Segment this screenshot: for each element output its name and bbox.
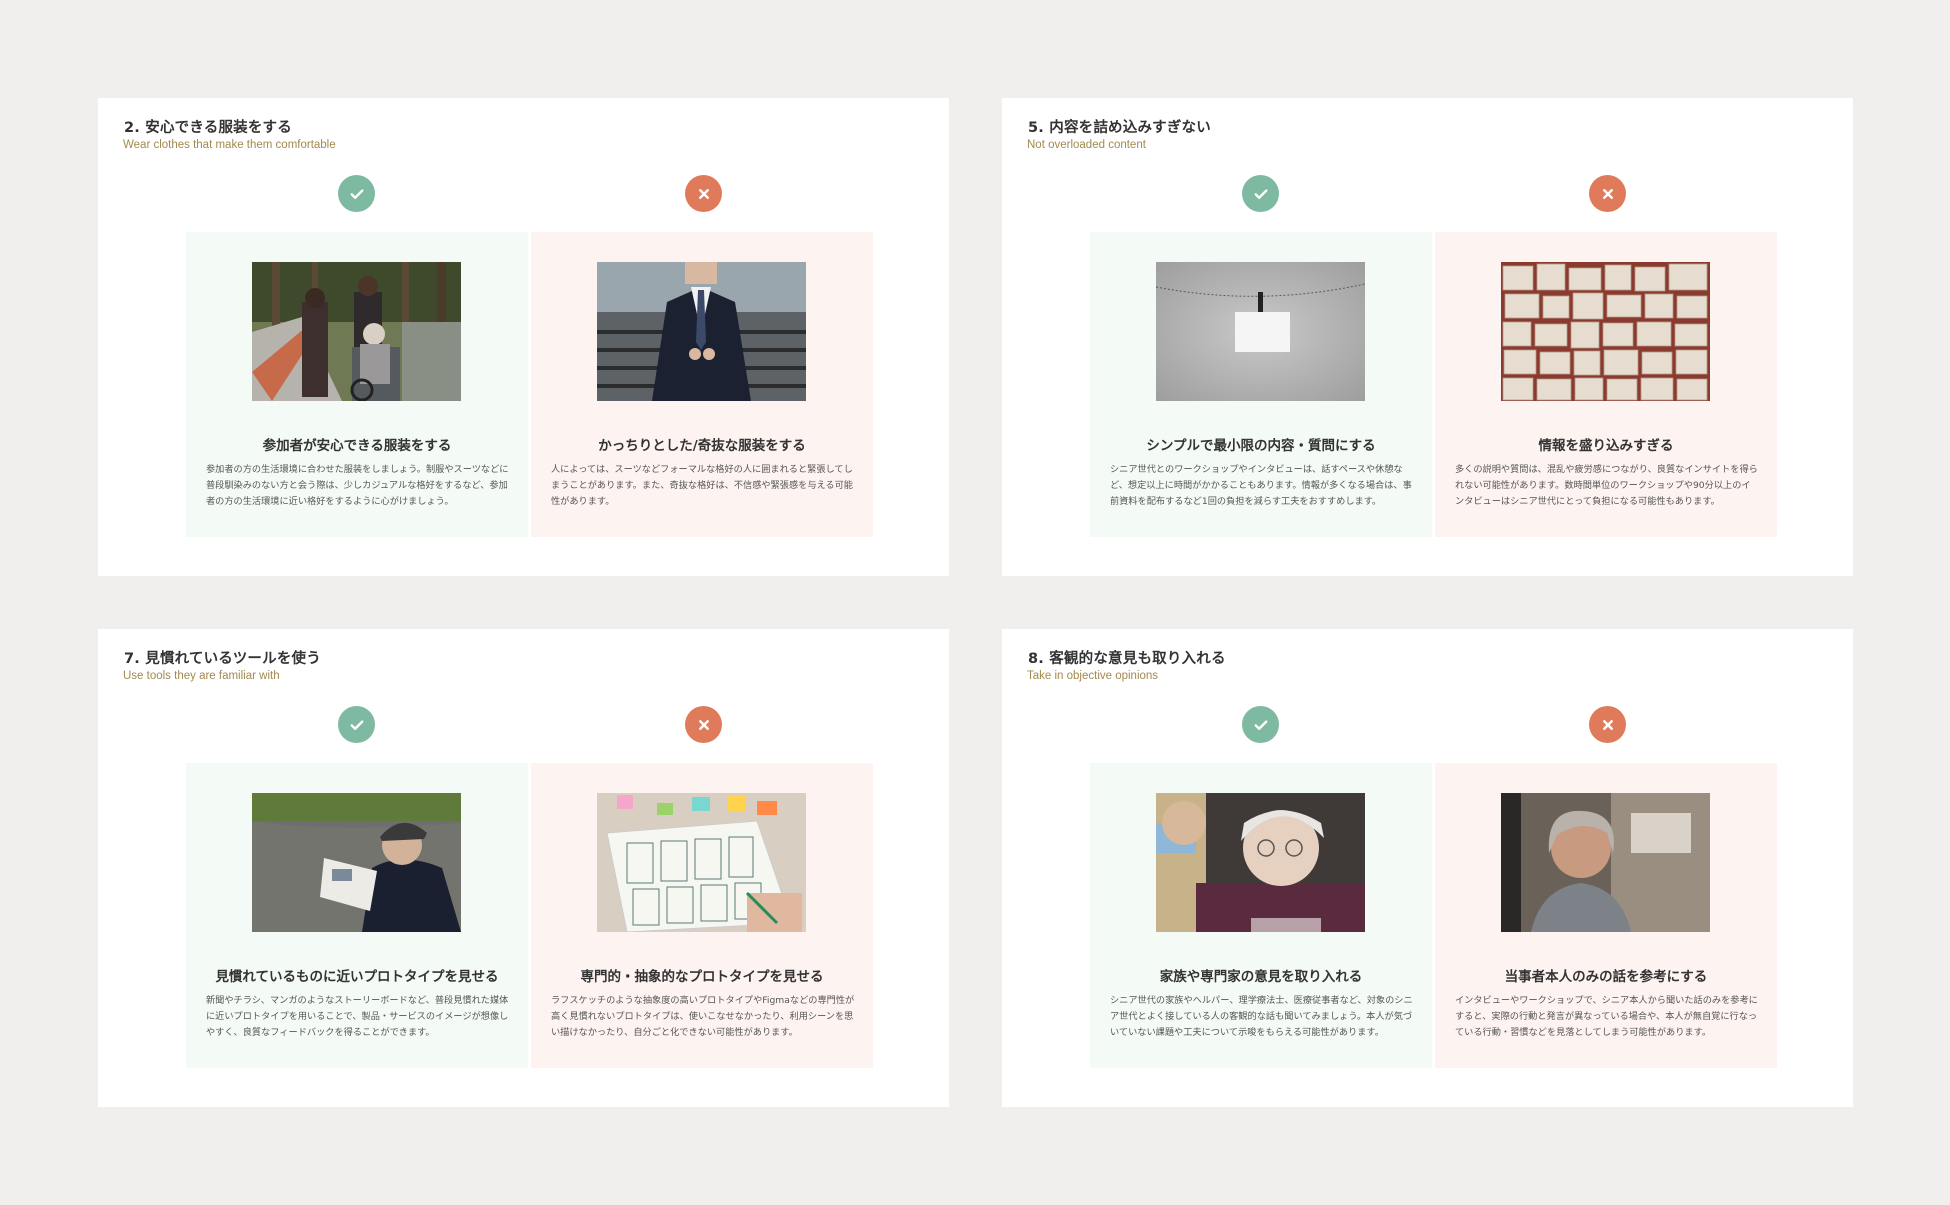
- card-subtitle: Use tools they are familiar with: [123, 670, 280, 682]
- elderly-woman-with-caregiver-photo: [1156, 793, 1365, 932]
- good-example-heading: シンプルで最小限の内容・質問にする: [1146, 438, 1376, 454]
- check-icon: [338, 175, 375, 212]
- card-title: 5. 内容を詰め込みすぎない: [1028, 120, 1211, 136]
- cross-icon: [685, 175, 722, 212]
- bad-example-heading: 専門的・抽象的なプロトタイプを見せる: [580, 969, 824, 985]
- card-objective-opinions: 8. 客観的な意見も取り入れる Take in objective opinio…: [1002, 629, 1853, 1107]
- check-icon: [1242, 706, 1279, 743]
- card-title: 2. 安心できる服装をする: [124, 120, 292, 136]
- good-example-description: 新聞やチラシ、マンガのようなストーリーボードなど、普段見慣れた媒体に近いプロトタ…: [206, 995, 509, 1038]
- elderly-man-reading-newspaper-photo: [252, 793, 461, 932]
- card-subtitle: Take in objective opinions: [1027, 670, 1159, 682]
- cross-icon: [1589, 175, 1626, 212]
- good-example-heading: 参加者が安心できる服装をする: [262, 438, 452, 454]
- good-example-panel: 見慣れているものに近いプロトタイプを見せる 新聞やチラシ、マンガのようなストーリ…: [186, 763, 528, 1068]
- wireframe-sketches-sticky-notes-photo: [597, 793, 806, 932]
- card-subtitle: Wear clothes that make them comfortable: [123, 139, 336, 151]
- card-comfortable-clothes: 2. 安心できる服装をする Wear clothes that make the…: [98, 98, 949, 576]
- good-example-heading: 見慣れているものに近いプロトタイプを見せる: [215, 969, 499, 985]
- elderly-woman-in-wheelchair-with-family-photo: [252, 262, 461, 401]
- bad-example-panel: 当事者本人のみの話を参考にする インタビューやワークショップで、シニア本人から聞…: [1435, 763, 1777, 1068]
- cross-icon: [685, 706, 722, 743]
- bad-example-description: ラフスケッチのような抽象度の高いプロトタイプやFigmaなどの専門性が高く見慣れ…: [551, 995, 855, 1038]
- check-icon: [1242, 175, 1279, 212]
- bad-example-description: 多くの説明や質問は、混乱や疲労感につながり、良質なインサイトを得られない可能性が…: [1455, 464, 1758, 507]
- bad-example-panel: 専門的・抽象的なプロトタイプを見せる ラフスケッチのような抽象度の高いプロトタイ…: [531, 763, 873, 1068]
- card-title: 7. 見慣れているツールを使う: [124, 651, 321, 667]
- check-icon: [338, 706, 375, 743]
- bad-example-heading: 当事者本人のみの話を参考にする: [1504, 969, 1708, 985]
- good-example-description: シニア世代の家族やヘルパー、理学療法士、医療従事者など、対象のシニア世代とよく接…: [1110, 995, 1413, 1038]
- good-example-heading: 家族や専門家の意見を取り入れる: [1159, 969, 1363, 985]
- card-not-overloaded: 5. 内容を詰め込みすぎない Not overloaded content シン…: [1002, 98, 1853, 576]
- bad-example-heading: 情報を盛り込みすぎる: [1538, 438, 1674, 454]
- smiling-elderly-woman-portrait-photo: [1501, 793, 1710, 932]
- good-example-description: シニア世代とのワークショップやインタビューは、話すペースや休憩など、想定以上に時…: [1110, 464, 1412, 507]
- man-in-formal-suit-photo: [597, 262, 806, 401]
- single-card-on-clothesline-photo: [1156, 262, 1365, 401]
- good-example-panel: シンプルで最小限の内容・質問にする シニア世代とのワークショップやインタビューは…: [1090, 232, 1432, 537]
- bad-example-panel: 情報を盛り込みすぎる 多くの説明や質問は、混乱や疲労感につながり、良質なインサイ…: [1435, 232, 1777, 537]
- card-title: 8. 客観的な意見も取り入れる: [1028, 651, 1226, 667]
- bad-example-description: 人によっては、スーツなどフォーマルな格好の人に囲まれると緊張してしまうことがあり…: [551, 464, 853, 507]
- bad-example-description: インタビューやワークショップで、シニア本人から聞いた話のみを参考にすると、実際の…: [1455, 995, 1758, 1038]
- good-example-description: 参加者の方の生活環境に合わせた服装をしましょう。制服やスーツなどに普段馴染みのな…: [206, 464, 509, 507]
- cross-icon: [1589, 706, 1626, 743]
- card-subtitle: Not overloaded content: [1027, 139, 1146, 151]
- good-example-panel: 参加者が安心できる服装をする 参加者の方の生活環境に合わせた服装をしましょう。制…: [186, 232, 528, 537]
- many-open-books-photo: [1501, 262, 1710, 401]
- good-example-panel: 家族や専門家の意見を取り入れる シニア世代の家族やヘルパー、理学療法士、医療従事…: [1090, 763, 1432, 1068]
- bad-example-panel: かっちりとした/奇抜な服装をする 人によっては、スーツなどフォーマルな格好の人に…: [531, 232, 873, 537]
- card-familiar-tools: 7. 見慣れているツールを使う Use tools they are famil…: [98, 629, 949, 1107]
- bad-example-heading: かっちりとした/奇抜な服装をする: [598, 438, 806, 454]
